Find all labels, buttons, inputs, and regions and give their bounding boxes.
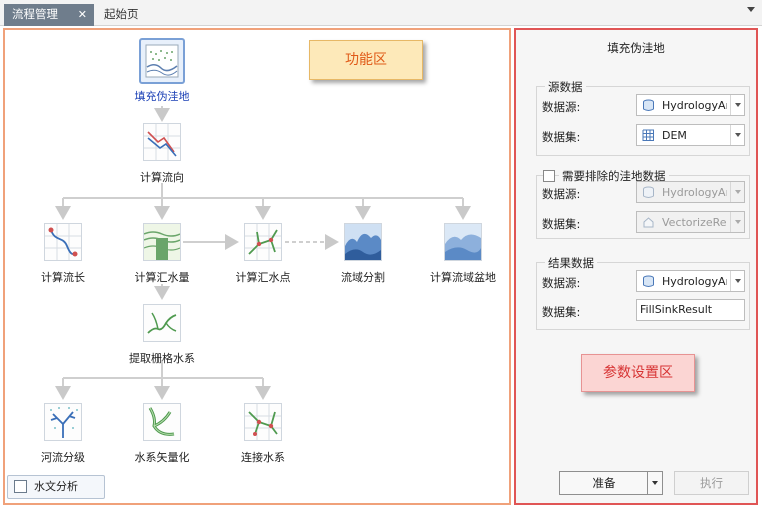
node-label: 计算流域盆地 (430, 271, 496, 284)
hydrology-analysis-tab[interactable]: 水文分析 (7, 475, 105, 499)
dataset-label: 数据集: (542, 217, 581, 231)
node-stream-vectorize[interactable]: 水系矢量化 (112, 403, 212, 465)
datasource-label: 数据源: (542, 187, 581, 201)
combo-value: VectorizeResult (662, 216, 727, 229)
node-flow-direction[interactable]: 计算流向 (112, 123, 212, 185)
dataset-label: 数据集: (542, 305, 581, 319)
stream-vectorize-icon (143, 403, 181, 441)
node-basin[interactable]: 计算流域盆地 (413, 223, 513, 285)
flow-length-icon (44, 223, 82, 261)
node-pour-points[interactable]: 计算汇水点 (213, 223, 313, 285)
node-label: 计算汇水点 (235, 271, 291, 284)
source-datasource-combo[interactable]: HydrologyAnalyst (636, 94, 745, 116)
chevron-down-icon[interactable] (730, 212, 744, 232)
execute-button[interactable]: 执行 (674, 471, 749, 495)
tab-list-dropdown-icon[interactable] (747, 7, 755, 12)
exclude-datasource-combo[interactable]: HydrologyAnalyst (636, 181, 745, 203)
pour-points-icon (244, 223, 282, 261)
group-legend: 结果数据 (545, 255, 597, 271)
node-fill-sink[interactable]: 填充伪洼地 (112, 38, 212, 104)
node-stream-order[interactable]: 河流分级 (13, 403, 113, 465)
node-label: 提取栅格水系 (129, 352, 195, 365)
chevron-down-icon[interactable] (730, 95, 744, 115)
node-watershed[interactable]: 流域分割 (313, 223, 413, 285)
parameter-panel: 填充伪洼地 源数据 数据源: HydrologyAnalyst 数据集: DEM… (514, 28, 758, 505)
prepare-button-label: 准备 (592, 476, 616, 490)
datasource-label: 数据源: (542, 276, 581, 290)
stream-order-icon (44, 403, 82, 441)
tab-label: 起始页 (104, 7, 139, 21)
parameter-area-callout: 参数设置区 (581, 354, 695, 392)
node-label: 计算汇水量 (134, 271, 190, 284)
source-data-group: 源数据 数据源: HydrologyAnalyst 数据集: DEM (536, 79, 750, 156)
tab-process-management[interactable]: 流程管理 ✕ (4, 4, 94, 26)
function-area: 填充伪洼地 计算流向 计算流长 计算汇水量 计算汇水点 流域分割 计算流域盆地 … (3, 28, 511, 505)
combo-value: DEM (662, 129, 687, 142)
node-label: 计算流长 (41, 271, 85, 284)
result-data-group: 结果数据 数据源: HydrologyAnalyst 数据集: FillSink… (536, 255, 750, 330)
datasource-icon (642, 99, 655, 112)
chevron-down-icon[interactable] (730, 271, 744, 291)
region-dataset-icon (642, 216, 655, 229)
prepare-button[interactable]: 准备 (559, 471, 663, 495)
exclude-sink-group: 需要排除的洼地数据 数据源: HydrologyAnalyst 数据集: Vec… (536, 168, 750, 239)
datasource-icon (642, 275, 655, 288)
chevron-down-icon[interactable] (647, 472, 662, 494)
combo-value: HydrologyAnalyst (662, 186, 727, 199)
node-label: 水系矢量化 (134, 451, 190, 464)
watershed-icon (344, 223, 382, 261)
hydrology-icon (14, 480, 27, 493)
close-icon[interactable]: ✕ (78, 4, 87, 25)
chevron-down-icon[interactable] (730, 125, 744, 145)
tab-bar: 流程管理 ✕ 起始页 (0, 0, 762, 26)
basin-icon (444, 223, 482, 261)
result-datasource-combo[interactable]: HydrologyAnalyst (636, 270, 745, 292)
hydrology-tab-label: 水文分析 (34, 480, 78, 493)
function-area-callout: 功能区 (309, 40, 423, 80)
tab-start-page[interactable]: 起始页 (96, 4, 147, 26)
panel-title: 填充伪洼地 (607, 41, 665, 55)
datasource-label: 数据源: (542, 100, 581, 114)
flow-direction-icon (143, 123, 181, 161)
result-dataset-input[interactable]: FillSinkResult (636, 299, 745, 321)
node-extract-stream-raster[interactable]: 提取栅格水系 (112, 304, 212, 366)
node-flow-accumulation[interactable]: 计算汇水量 (112, 223, 212, 285)
flow-accumulation-icon (143, 223, 181, 261)
node-label: 计算流向 (140, 171, 184, 184)
node-stream-link[interactable]: 连接水系 (213, 403, 313, 465)
exclude-sink-checkbox[interactable] (543, 170, 555, 182)
node-label: 流域分割 (341, 271, 385, 284)
combo-value: HydrologyAnalyst (662, 275, 727, 288)
stream-link-icon (244, 403, 282, 441)
node-label: 连接水系 (241, 451, 285, 464)
group-legend: 源数据 (545, 79, 586, 95)
node-label: 河流分级 (41, 451, 85, 464)
node-flow-length[interactable]: 计算流长 (13, 223, 113, 285)
combo-value: HydrologyAnalyst (662, 99, 727, 112)
exclude-dataset-combo[interactable]: VectorizeResult (636, 211, 745, 233)
node-label: 填充伪洼地 (134, 90, 190, 103)
fill-sink-icon (139, 38, 185, 84)
stream-raster-icon (143, 304, 181, 342)
dataset-label: 数据集: (542, 130, 581, 144)
tab-label: 流程管理 (12, 7, 58, 21)
datasource-icon (642, 186, 655, 199)
chevron-down-icon[interactable] (730, 182, 744, 202)
grid-dataset-icon (642, 129, 655, 142)
source-dataset-combo[interactable]: DEM (636, 124, 745, 146)
